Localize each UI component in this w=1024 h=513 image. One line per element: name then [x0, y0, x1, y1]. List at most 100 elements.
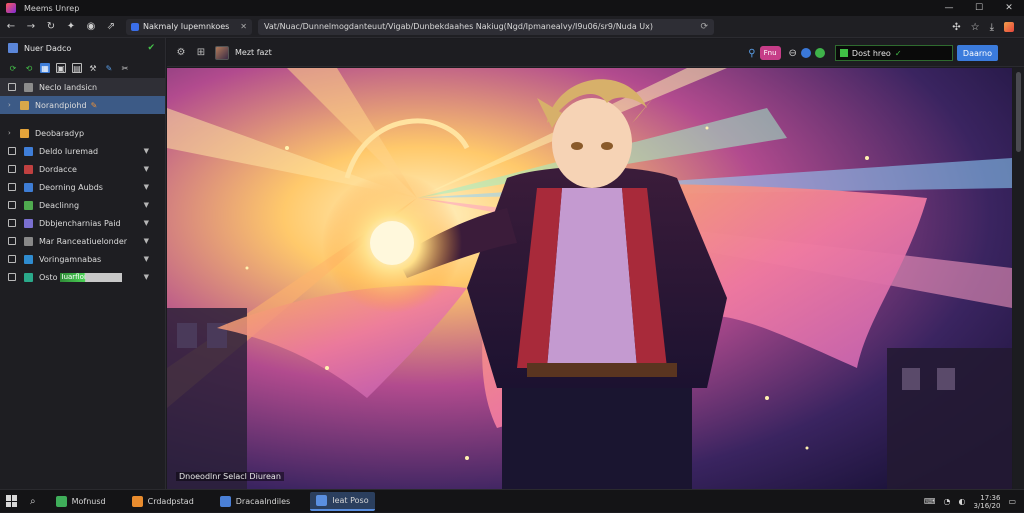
sidebar-header: Nuer Dadco ✔	[0, 38, 165, 58]
value-field[interactable]: Dost hreo ✓	[834, 45, 953, 61]
notification-icon[interactable]: ▭	[1008, 497, 1016, 506]
sidebar-item[interactable]: Deorning Aubds ▼	[0, 178, 165, 196]
sidebar-item-label: Dordacce	[39, 164, 77, 174]
profile-icon[interactable]: ◉	[82, 18, 100, 36]
sidebar-item[interactable]: Deaclinng ▼	[0, 196, 165, 214]
wand-icon[interactable]: ✎	[104, 63, 114, 73]
pencil-icon[interactable]: ✎	[91, 101, 98, 110]
taskbar-app-label: Dracaalndiles	[235, 496, 291, 506]
sidebar-item[interactable]: Dordacce ▼	[0, 160, 165, 178]
extension-color-icon[interactable]	[1004, 22, 1014, 32]
chevron-down-icon[interactable]: ▼	[144, 201, 149, 209]
sync-icon[interactable]: ⟲	[24, 63, 34, 73]
taskbar-app-active[interactable]: Ieat Poso	[310, 491, 375, 511]
item-icon	[24, 236, 33, 246]
sidebar-item[interactable]: › Norandpiohd ✎	[0, 96, 165, 114]
chevron-down-icon[interactable]: ▼	[144, 183, 149, 191]
taskbar-app[interactable]: Mofnusd	[50, 492, 112, 511]
item-icon	[20, 128, 29, 138]
item-icon	[24, 218, 33, 228]
sidebar-item-label: Norandpiohd	[35, 100, 87, 110]
chevron-down-icon[interactable]: ▼	[144, 147, 149, 155]
close-button[interactable]: ✕	[994, 0, 1024, 16]
taskbar-app[interactable]: Crdadpstad	[126, 492, 200, 511]
refresh-icon[interactable]: ⟳	[8, 63, 18, 73]
taskbar-app-label: Mofnusd	[71, 496, 106, 506]
wifi-icon[interactable]: ◔	[943, 497, 950, 506]
expand-arrow-icon[interactable]: ›	[8, 129, 16, 137]
forward-icon[interactable]: →	[22, 18, 40, 36]
reload-icon[interactable]: ↻	[42, 18, 60, 36]
tab-active[interactable]: Nakmaly Iupemnkoes ✕	[126, 18, 252, 35]
value-field-text: Dost hreo	[851, 48, 891, 58]
status-pill[interactable]: Fnu	[759, 46, 781, 60]
app-icon	[55, 495, 67, 507]
extensions-icon[interactable]: ✦	[62, 18, 80, 36]
user-icon[interactable]: ⚲	[748, 48, 755, 59]
scrollbar-thumb[interactable]	[1016, 72, 1021, 152]
search-icon[interactable]: ⌕	[30, 496, 36, 507]
item-checkbox[interactable]	[8, 219, 16, 227]
sidebar-title: Nuer Dadco	[24, 43, 72, 53]
start-menu-icon[interactable]	[6, 495, 18, 507]
expand-arrow-icon[interactable]: ›	[8, 101, 16, 109]
grid-view-icon[interactable]: ⊞	[195, 47, 207, 59]
vertical-scrollbar[interactable]	[1013, 68, 1024, 489]
sync-status-icon[interactable]: ⊖	[789, 48, 797, 59]
item-checkbox[interactable]	[8, 183, 16, 191]
sidebar-item[interactable]: Dbbjencharnias Paid ▼	[0, 214, 165, 232]
refresh-url-icon[interactable]: ⟳	[700, 22, 708, 32]
volume-icon[interactable]: ◐	[958, 497, 965, 506]
chevron-down-icon[interactable]: ▼	[144, 273, 149, 281]
chevron-down-icon[interactable]: ▼	[144, 237, 149, 245]
sidebar-item[interactable]: Voringamnabas ▼	[0, 250, 165, 268]
image-icon[interactable]: ▣	[56, 63, 66, 73]
back-icon[interactable]: ←	[2, 18, 20, 36]
url-text: Vat/Nuac/Dunnelmogdanteuut/Vigab/Dunbekd…	[264, 22, 653, 31]
cut-icon[interactable]: ✂	[120, 63, 130, 73]
settings-icon[interactable]: ⚙	[175, 47, 187, 59]
item-checkbox[interactable]	[8, 237, 16, 245]
item-checkbox[interactable]	[8, 147, 16, 155]
item-checkbox[interactable]	[8, 201, 16, 209]
chevron-down-icon[interactable]: ▼	[144, 255, 149, 263]
item-icon	[24, 272, 33, 282]
clock[interactable]: 17:36 3/16/20	[973, 494, 1000, 510]
item-checkbox[interactable]	[8, 255, 16, 263]
sidebar-item[interactable]: Deldo Iuremad ▼	[0, 142, 165, 160]
check-icon[interactable]: ✔	[147, 43, 155, 53]
share-icon[interactable]: ⇗	[102, 18, 120, 36]
blue-dot-icon[interactable]	[800, 48, 811, 58]
layers-icon[interactable]: ▤	[72, 63, 82, 73]
tools-icon[interactable]: ⚒	[88, 63, 98, 73]
action-button[interactable]: Daarno	[956, 45, 998, 61]
file-thumbnail[interactable]	[215, 45, 229, 60]
green-dot-icon[interactable]	[814, 48, 825, 58]
star-icon[interactable]: ☆	[971, 22, 980, 33]
chevron-down-icon[interactable]: ▼	[144, 219, 149, 227]
tab-close-icon[interactable]: ✕	[240, 22, 247, 31]
gamepad-icon[interactable]: ⌨	[924, 497, 936, 506]
tab-title: Nakmaly Iupemnkoes	[143, 22, 230, 31]
item-checkbox[interactable]	[8, 273, 16, 281]
image-viewer[interactable]	[167, 68, 1012, 489]
file-label: Mezt fazt	[235, 48, 272, 57]
item-checkbox[interactable]	[8, 83, 16, 91]
taskbar-app[interactable]: Dracaalndiles	[214, 492, 296, 511]
sidebar-item[interactable]: › Deobaradyp	[0, 124, 165, 142]
chevron-down-icon[interactable]: ▼	[144, 165, 149, 173]
sidebar-item[interactable]: Mar Ranceatiuelonder ▼	[0, 232, 165, 250]
window-controls: — ☐ ✕	[934, 0, 1024, 16]
download-icon[interactable]: ⤓	[990, 22, 994, 33]
tab-favicon-icon	[131, 22, 139, 31]
item-icon	[24, 182, 33, 192]
address-bar[interactable]: Vat/Nuac/Dunnelmogdanteuut/Vigab/Dunbekd…	[258, 18, 714, 35]
sidebar-item[interactable]: Osto Iuarfloi ▼	[0, 268, 165, 286]
item-checkbox[interactable]	[8, 165, 16, 173]
minimize-button[interactable]: —	[934, 0, 964, 16]
sidebar-item[interactable]: Neclo landsicn	[0, 78, 165, 96]
maximize-button[interactable]: ☐	[964, 0, 994, 16]
grid-icon[interactable]: ▦	[40, 63, 50, 73]
puzzle-icon[interactable]: ✣	[952, 22, 960, 33]
app-icon	[131, 495, 143, 507]
